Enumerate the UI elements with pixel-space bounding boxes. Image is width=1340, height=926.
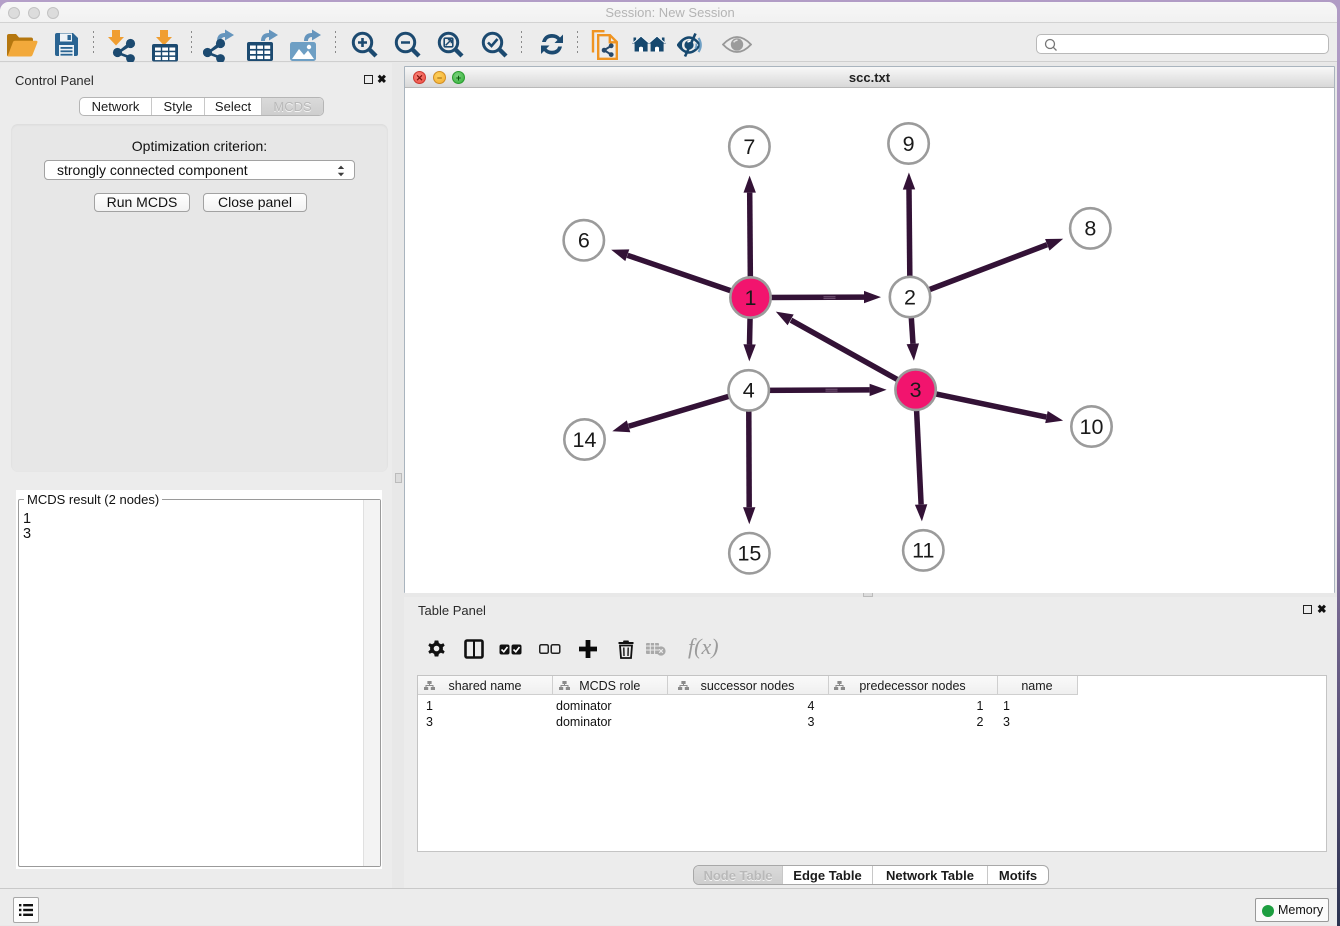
svg-text:3: 3 bbox=[910, 378, 922, 402]
svg-text:2: 2 bbox=[904, 285, 916, 309]
svg-text:10: 10 bbox=[1080, 415, 1104, 439]
svg-text:1: 1 bbox=[745, 286, 757, 310]
svg-text:6: 6 bbox=[578, 229, 590, 253]
svg-text:11: 11 bbox=[912, 539, 934, 563]
svg-text:14: 14 bbox=[573, 428, 597, 452]
svg-text:15: 15 bbox=[737, 542, 761, 566]
svg-text:7: 7 bbox=[743, 135, 755, 159]
svg-text:4: 4 bbox=[743, 379, 755, 403]
svg-text:8: 8 bbox=[1084, 217, 1096, 241]
svg-text:9: 9 bbox=[903, 132, 915, 156]
